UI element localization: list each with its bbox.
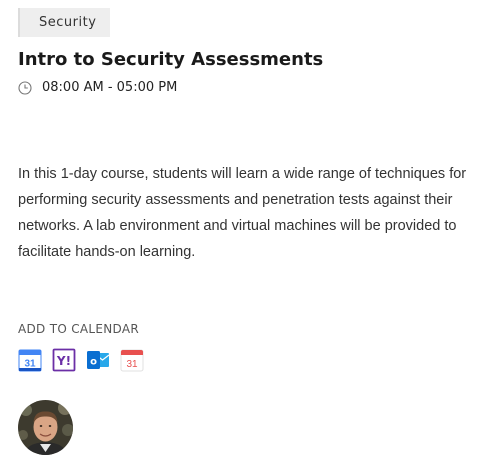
- event-time-text: 08:00 AM - 05:00 PM: [42, 80, 178, 95]
- event-description: In this 1-day course, students will lear…: [18, 166, 467, 260]
- category-badge: Security: [18, 8, 110, 37]
- event-time: 08:00 AM - 05:00 PM: [18, 80, 177, 95]
- ical-calendar-icon[interactable]: 31: [120, 348, 144, 372]
- category-label: Security: [39, 15, 97, 30]
- yahoo-calendar-icon[interactable]: Y!: [52, 348, 76, 372]
- event-title: Intro to Security Assessments: [18, 49, 324, 70]
- ical-calendar-day: 31: [126, 359, 138, 370]
- instructor-avatar[interactable]: [18, 400, 73, 455]
- yahoo-letter: Y!: [56, 354, 71, 368]
- outlook-letter: o: [90, 357, 97, 368]
- add-to-calendar-heading: ADD TO CALENDAR: [18, 322, 140, 336]
- instructor-photo: [18, 400, 73, 455]
- google-calendar-day: 31: [24, 359, 36, 370]
- outlook-calendar-icon[interactable]: o: [86, 348, 110, 372]
- clock-icon: [18, 80, 32, 95]
- calendar-links: 31 Y! o 31: [18, 348, 154, 372]
- google-calendar-icon[interactable]: 31: [18, 348, 42, 372]
